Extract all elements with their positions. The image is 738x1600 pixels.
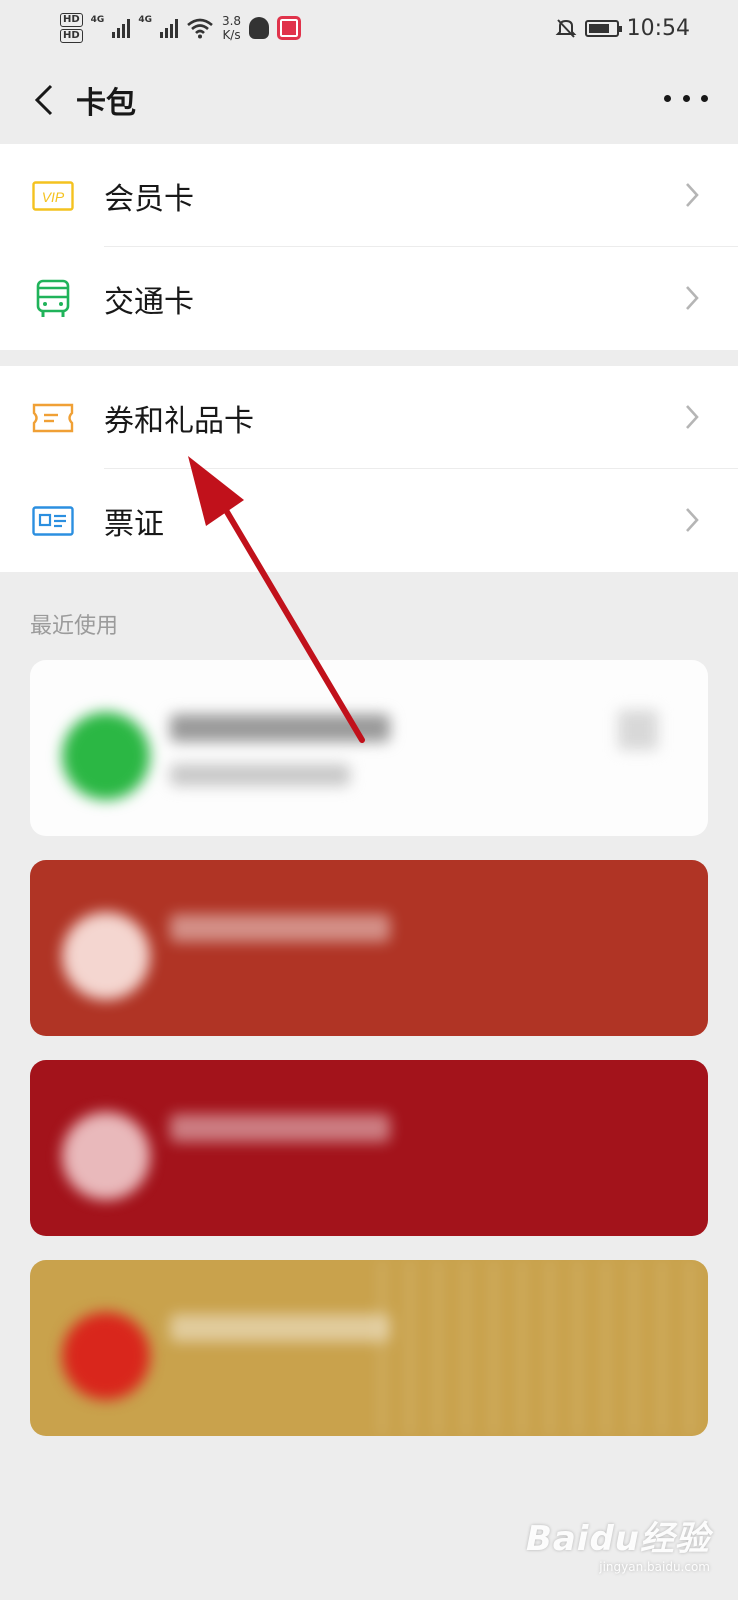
card-logo: [62, 712, 150, 800]
recent-card[interactable]: [30, 1060, 708, 1236]
status-bar: HD HD 4G 4G 3.8 K/s 10:54: [0, 0, 738, 56]
page-title: 卡包: [76, 86, 136, 121]
network-speed-value: 3.8: [221, 14, 242, 28]
bus-icon: [31, 277, 75, 321]
network-speed: 3.8 K/s: [222, 14, 241, 42]
menu-item-coupons-gift-cards[interactable]: 券和礼品卡: [0, 366, 738, 469]
more-dot-icon: [664, 94, 671, 102]
chevron-left-icon: [34, 84, 53, 116]
menu-item-label: 交通卡: [104, 284, 194, 320]
card-logo: [62, 1112, 150, 1200]
network-type-2: 4G: [138, 15, 152, 25]
chevron-right-icon: [678, 505, 706, 535]
watermark-brand: Baidu经验: [525, 1519, 710, 1559]
vip-icon: VIP: [31, 174, 75, 218]
menu-item-label: 会员卡: [104, 181, 194, 217]
status-right: 10:54: [555, 16, 690, 41]
chevron-right-icon: [678, 180, 706, 210]
menu-item-transit-card[interactable]: 交通卡: [0, 247, 738, 350]
blurred-card-content: [30, 1060, 708, 1236]
blurred-card-title: [170, 714, 390, 742]
more-button[interactable]: [664, 86, 708, 110]
blurred-card-content: [30, 860, 708, 1036]
status-time: 10:54: [626, 15, 690, 41]
more-dot-icon: [682, 94, 690, 102]
more-dot-icon: [701, 94, 708, 102]
blurred-card-content: [30, 660, 708, 836]
menu-group-2: 券和礼品卡 票证: [0, 366, 738, 572]
network-speed-unit: K/s: [222, 28, 241, 42]
menu-item-label: 票证: [104, 506, 164, 542]
battery-icon: [584, 19, 622, 37]
ticket-icon: [31, 396, 75, 440]
reader-app-icon: [277, 16, 302, 40]
bell-off-icon: [555, 19, 577, 38]
recent-card[interactable]: [30, 660, 708, 836]
svg-text:VIP: VIP: [42, 189, 65, 205]
back-button[interactable]: [24, 80, 64, 120]
watermark-site: jingyan.baidu.com: [599, 1560, 710, 1574]
id-card-icon: [31, 499, 75, 543]
network-type-1: 4G: [90, 15, 105, 25]
wifi-icon: [187, 18, 213, 39]
blurred-card-title: [170, 914, 390, 942]
status-left: HD HD 4G 4G 3.8 K/s: [60, 13, 302, 43]
card-pattern: [380, 1260, 708, 1436]
baidu-watermark-logo: Baidu经验 jingyan.baidu.com: [526, 1511, 710, 1574]
menu-item-tickets-ids[interactable]: 票证: [0, 469, 738, 572]
chevron-right-icon: [678, 402, 706, 432]
hd-label-2: HD: [60, 29, 83, 43]
menu-item-membership-card[interactable]: VIP 会员卡: [0, 144, 738, 247]
menu-group-1: VIP 会员卡 交通卡: [0, 144, 738, 350]
nav-bar: 卡包: [0, 56, 738, 144]
card-logo: [62, 1312, 150, 1400]
menu-item-label: 券和礼品卡: [104, 403, 254, 439]
signal-icon-2: [159, 18, 178, 38]
blurred-card-title: [170, 1114, 390, 1142]
blurred-card-subtitle: [170, 764, 350, 786]
recent-card[interactable]: [30, 860, 708, 1036]
blurred-card-title: [170, 1314, 390, 1342]
chevron-right-icon: [678, 283, 706, 313]
card-logo: [62, 912, 150, 1000]
blurred-card-content: [30, 1260, 708, 1436]
qr-code-icon: [618, 710, 658, 750]
signal-icon: [112, 18, 131, 38]
hd-label-1: HD: [60, 13, 83, 27]
hd-indicator: HD HD: [60, 13, 83, 43]
qq-icon: [249, 17, 270, 39]
recent-section-title: 最近使用: [30, 614, 119, 639]
recent-card[interactable]: [30, 1260, 708, 1436]
